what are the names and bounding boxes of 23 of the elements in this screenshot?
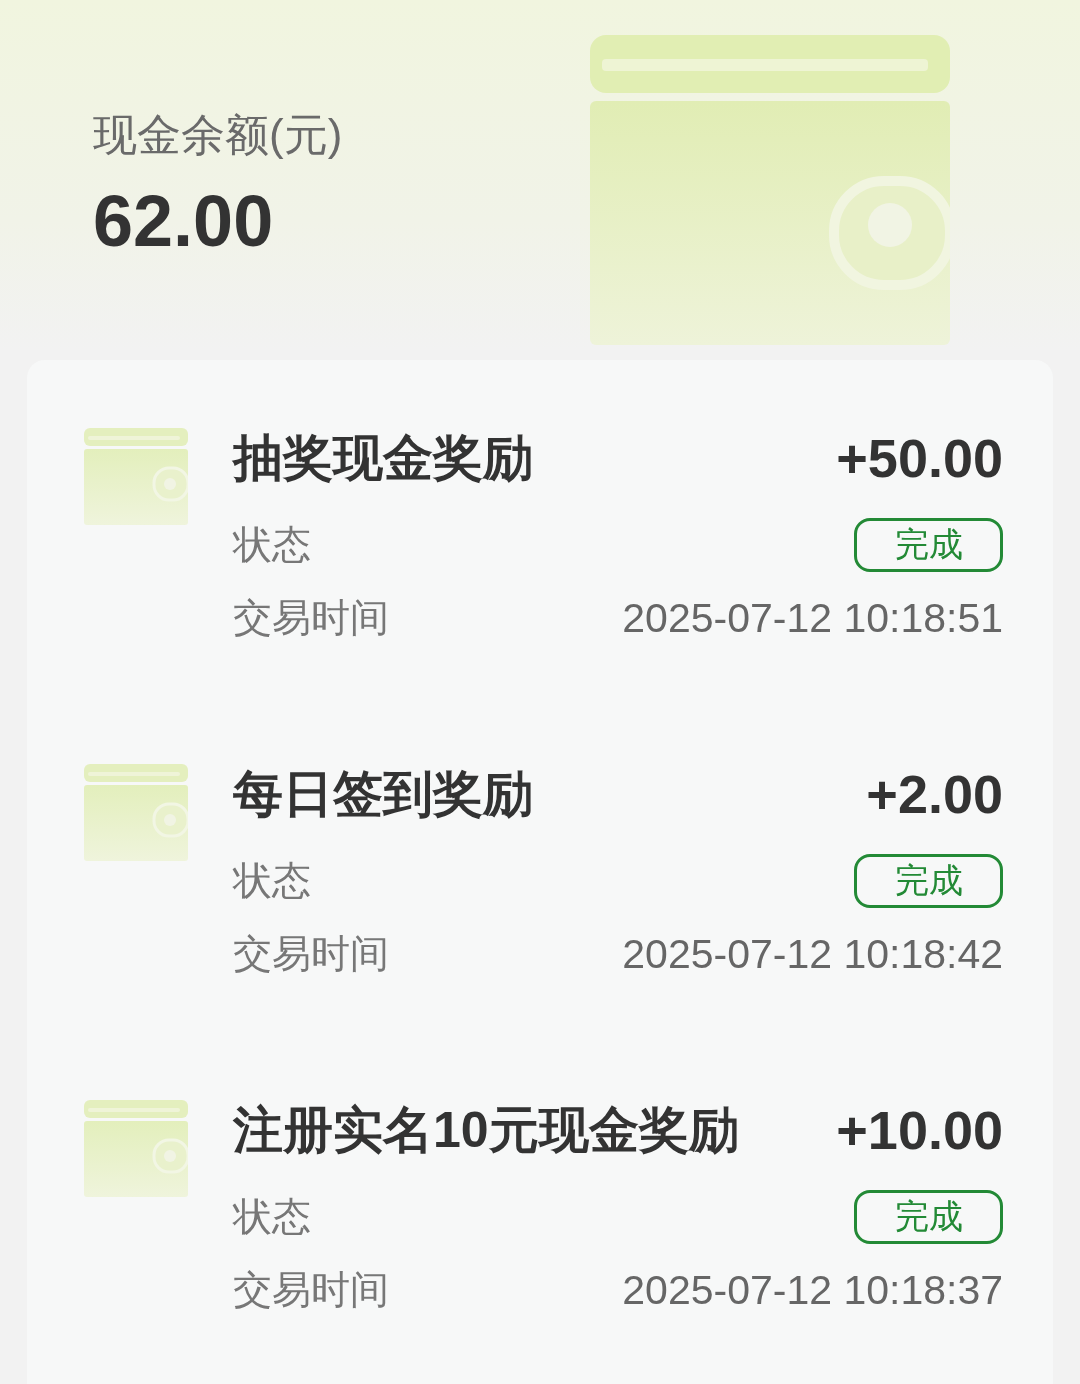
transaction-title: 抽奖现金奖励 — [233, 428, 533, 488]
balance-label: 现金余额(元) — [93, 109, 343, 161]
wallet-icon — [84, 764, 188, 861]
wallet-icon — [84, 1100, 188, 1197]
transaction-title: 每日签到奖励 — [233, 764, 533, 824]
transaction-amount: +2.00 — [866, 763, 1003, 825]
transaction-amount: +10.00 — [836, 1099, 1003, 1161]
transaction-title: 注册实名10元现金奖励 — [233, 1100, 739, 1160]
transaction-time: 2025-07-12 10:18:42 — [622, 930, 1003, 978]
time-label: 交易时间 — [233, 595, 389, 641]
balance-amount: 62.00 — [93, 181, 274, 261]
status-label: 状态 — [233, 1194, 311, 1240]
status-label: 状态 — [233, 522, 311, 568]
transaction-amount: +50.00 — [836, 427, 1003, 489]
transaction-time: 2025-07-12 10:18:37 — [622, 1266, 1003, 1314]
transaction-time: 2025-07-12 10:18:51 — [622, 594, 1003, 642]
status-label: 状态 — [233, 858, 311, 904]
time-label: 交易时间 — [233, 1267, 389, 1313]
wallet-icon — [84, 428, 188, 525]
status-badge: 完成 — [854, 854, 1003, 908]
status-badge: 完成 — [854, 1190, 1003, 1244]
time-label: 交易时间 — [233, 931, 389, 977]
status-badge: 完成 — [854, 518, 1003, 572]
